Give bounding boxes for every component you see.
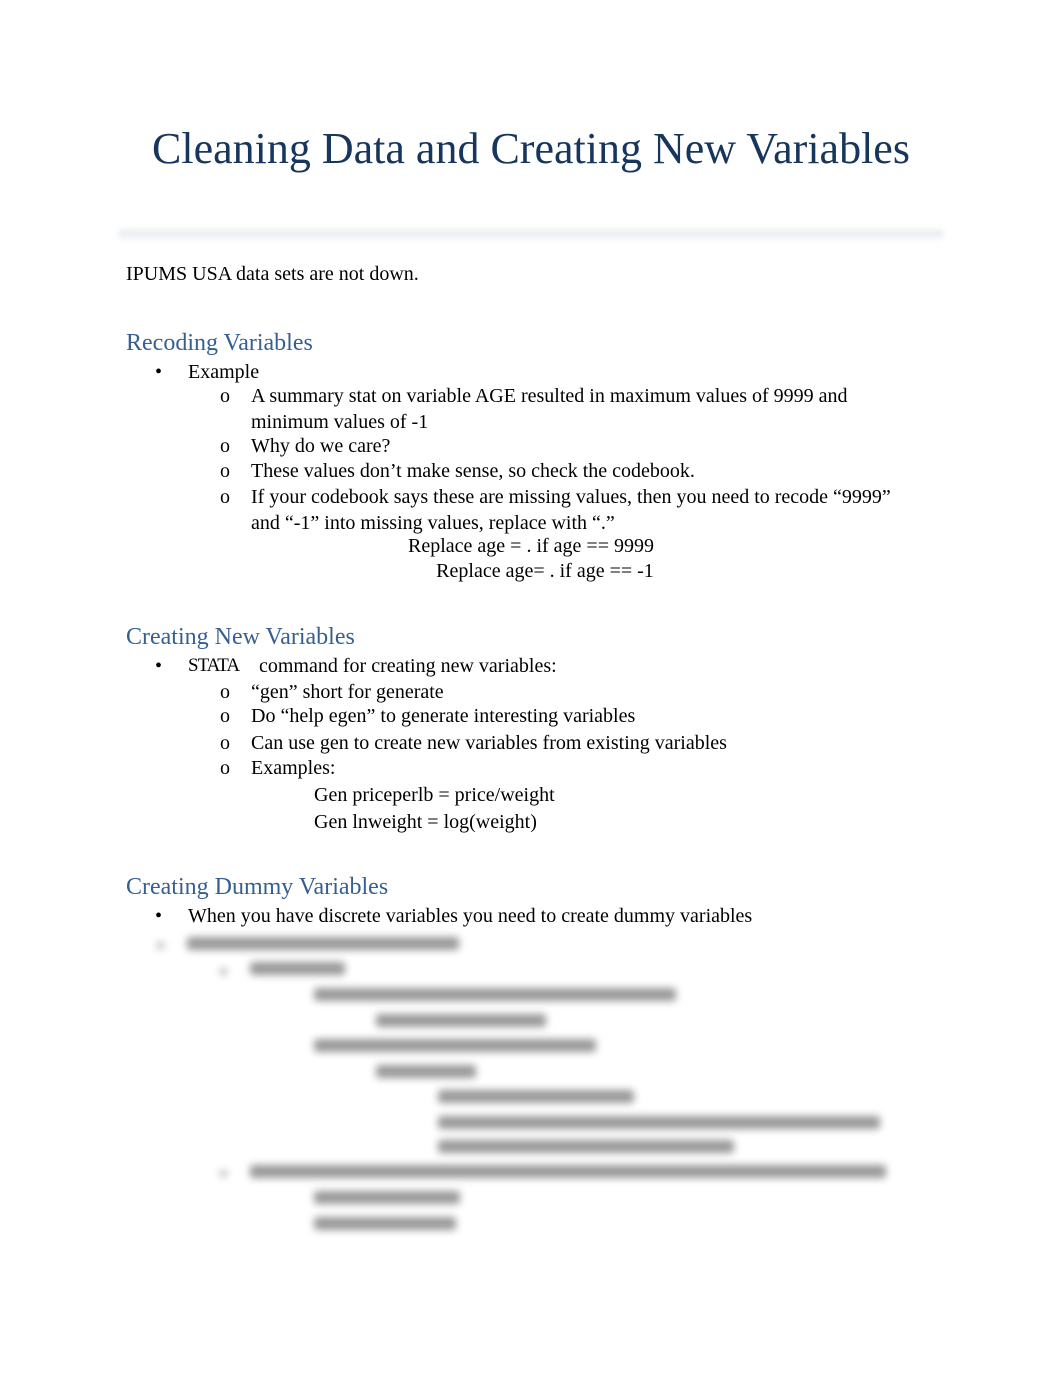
sub-bullet-icon: o	[220, 705, 230, 727]
list-item: Example	[188, 361, 260, 383]
bullet-icon: •	[155, 361, 163, 383]
list-item: Gen priceperlb = price/weight	[314, 784, 555, 806]
code-line: Replace age= . if age == -1	[436, 560, 654, 582]
title-divider	[118, 226, 944, 242]
document-title: Cleaning Data and Creating New Variables	[152, 124, 910, 173]
sub-bullet-icon: o	[220, 757, 230, 779]
list-item: command for creating new variables:	[259, 655, 557, 677]
list-item: Why do we care?	[251, 435, 391, 457]
list-item: Can use gen to create new variables from…	[251, 732, 727, 754]
sub-bullet-icon: o	[220, 385, 230, 407]
list-item-continued: minimum values of -1	[251, 411, 429, 433]
list-item-continued: and “-1” into missing values, replace wi…	[251, 512, 615, 534]
code-line: Replace age = . if age == 9999	[408, 535, 654, 557]
list-item: These values don’t make sense, so check …	[251, 460, 695, 482]
sub-bullet-icon: o	[220, 486, 230, 508]
sub-bullet-icon: o	[220, 681, 230, 703]
bullet-icon: •	[155, 655, 163, 677]
list-item: A summary stat on variable AGE resulted …	[251, 385, 848, 407]
list-item: Examples:	[251, 757, 336, 779]
section-heading-dummy: Creating Dummy Variables	[126, 874, 389, 900]
document-page: Cleaning Data and Creating New Variables…	[0, 0, 1062, 1377]
section-heading-creating-new: Creating New Variables	[126, 624, 355, 650]
sub-bullet-icon: o	[220, 435, 230, 457]
list-item: Gen lnweight = log(weight)	[314, 811, 537, 833]
intro-paragraph: IPUMS USA data sets are not down.	[126, 263, 419, 285]
list-item: Do “help egen” to generate interesting v…	[251, 705, 636, 727]
sub-bullet-icon: o	[220, 732, 230, 754]
sub-bullet-icon: o	[220, 460, 230, 482]
blurred-locked-content	[0, 925, 1062, 1245]
list-item-keyword: STATA	[188, 655, 240, 676]
list-item: “gen” short for generate	[251, 681, 444, 703]
section-heading-recoding: Recoding Variables	[126, 330, 313, 356]
list-item: If your codebook says these are missing …	[251, 486, 891, 508]
